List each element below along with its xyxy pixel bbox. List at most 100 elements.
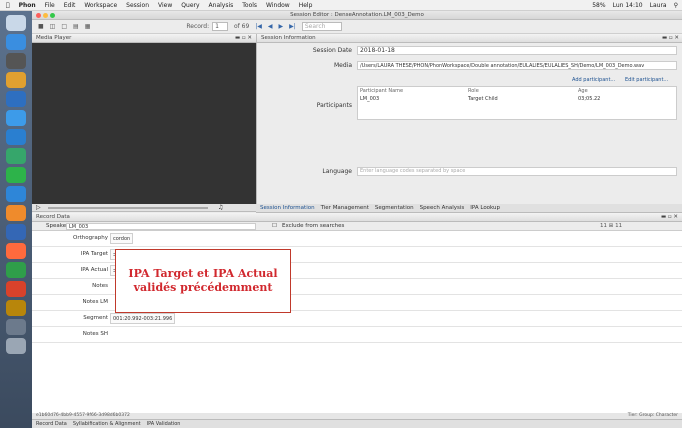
tier-row-notes-sh: Notes SH xyxy=(32,327,682,343)
participant-role-cell[interactable]: Target Child xyxy=(468,96,498,102)
app-icon[interactable] xyxy=(6,300,26,316)
previous-record-icon[interactable]: ◀ xyxy=(268,23,273,30)
media-controls: ▷ ♫ xyxy=(32,204,256,212)
tier-row-segment: Segment 001:20.992-003:21.996 xyxy=(32,311,682,327)
callout-text: IPA Target et IPA Actual validés précéde… xyxy=(128,267,278,294)
record-data-title: Record Data xyxy=(36,214,70,220)
tab-ipa-validation[interactable]: IPA Validation xyxy=(147,421,181,427)
tab-session-information[interactable]: Session Information xyxy=(260,205,315,211)
app-icon[interactable] xyxy=(6,34,26,50)
col-age: Age xyxy=(578,88,588,94)
tab-record-data[interactable]: Record Data xyxy=(36,421,67,427)
search-icon[interactable]: ⚲ xyxy=(674,2,678,9)
exclude-checkbox[interactable]: ☐ xyxy=(272,223,277,229)
menu-extras: 58% Lun 14:10 Laura ⚲ xyxy=(592,0,678,10)
app-icon[interactable] xyxy=(6,205,26,221)
menu-edit[interactable]: Edit xyxy=(64,2,76,9)
app-icon[interactable] xyxy=(6,148,26,164)
window-title: Session Editor : DenseAnnotation.LM_003_… xyxy=(290,12,424,18)
grid-icon[interactable]: ▦ xyxy=(85,23,91,30)
close-icon[interactable] xyxy=(36,13,41,18)
menu-query[interactable]: Query xyxy=(181,2,199,9)
app-icon[interactable] xyxy=(6,319,26,335)
tab-ipa-lookup[interactable]: IPA Lookup xyxy=(470,205,500,211)
menu-help[interactable]: Help xyxy=(299,2,313,9)
app-icon[interactable] xyxy=(6,224,26,240)
media-timeline[interactable] xyxy=(48,207,208,209)
language-field[interactable]: Enter language codes separated by space xyxy=(357,167,677,176)
last-record-icon[interactable]: ▶| xyxy=(289,23,296,30)
finder-icon[interactable] xyxy=(6,15,26,31)
menu-tools[interactable]: Tools xyxy=(242,2,257,9)
col-role: Role xyxy=(468,88,479,94)
session-information-panel: Session Information ▬ ▫ ✕ Session Date 2… xyxy=(256,34,682,204)
menu-workspace[interactable]: Workspace xyxy=(84,2,117,9)
app-icon[interactable] xyxy=(6,167,26,183)
app-icon[interactable] xyxy=(6,91,26,107)
panel-controls-icon[interactable]: ▬ ▫ ✕ xyxy=(662,34,679,43)
tier-name: Notes xyxy=(92,283,108,289)
save-icon[interactable]: ■ xyxy=(38,23,44,30)
apple-icon[interactable]:  xyxy=(6,2,10,9)
dock xyxy=(0,11,32,428)
tab-tier-management[interactable]: Tier Management xyxy=(321,205,369,211)
speaker-select[interactable]: LM_003 xyxy=(66,223,256,230)
app-icon[interactable] xyxy=(6,110,26,126)
menu-analysis[interactable]: Analysis xyxy=(209,2,234,9)
search-input[interactable]: Search xyxy=(301,22,343,31)
record-number-field[interactable]: 1 xyxy=(212,22,228,31)
menu-file[interactable]: File xyxy=(45,2,55,9)
tab-segmentation[interactable]: Segmentation xyxy=(375,205,414,211)
session-date-field[interactable]: 2018-01-18 xyxy=(357,46,677,55)
app-icon[interactable] xyxy=(6,72,26,88)
tab-speech-analysis[interactable]: Speech Analysis xyxy=(420,205,465,211)
menu-window[interactable]: Window xyxy=(266,2,290,9)
app-icon[interactable] xyxy=(6,53,26,69)
zoom-icon[interactable] xyxy=(50,13,55,18)
window-title-bar: Session Editor : DenseAnnotation.LM_003_… xyxy=(32,11,682,20)
minimize-icon[interactable] xyxy=(43,13,48,18)
editor-toolbar: ■ ◫ □ ▤ ▦ Record: 1 of 69 |◀ ◀ ▶ ▶| Sear… xyxy=(32,20,682,34)
participant-age-cell[interactable]: 03;05.22 xyxy=(578,96,600,102)
session-editor-window: Session Editor : DenseAnnotation.LM_003_… xyxy=(32,11,682,428)
app-icon[interactable] xyxy=(6,281,26,297)
clock[interactable]: Lun 14:10 xyxy=(613,2,643,9)
media-label: Media xyxy=(333,62,352,69)
tab-syllabification-alignment[interactable]: Syllabification & Alignment xyxy=(73,421,141,427)
view-icon[interactable]: □ xyxy=(61,23,67,30)
menu-session[interactable]: Session xyxy=(126,2,149,9)
session-information-header: Session Information ▬ ▫ ✕ xyxy=(257,34,682,43)
media-path-field[interactable]: /Users/LAURA THESE/PHON/PhonWorkspace/Do… xyxy=(357,61,677,70)
app-icon[interactable] xyxy=(6,129,26,145)
media-player-title: Media Player xyxy=(36,35,72,41)
layout-icon[interactable]: ◫ xyxy=(50,23,56,30)
trash-icon[interactable] xyxy=(6,338,26,354)
user-name[interactable]: Laura xyxy=(650,2,667,9)
volume-icon[interactable]: ♫ xyxy=(218,204,223,211)
edit-participant-button[interactable]: Edit participant... xyxy=(625,77,668,83)
participant-name-cell[interactable]: LM_003 xyxy=(360,96,379,102)
first-record-icon[interactable]: |◀ xyxy=(255,23,262,30)
participants-table[interactable]: Participant Name Role Age LM_003 Target … xyxy=(357,86,677,120)
record-pager[interactable]: 11 ⊞ 11 xyxy=(600,223,622,229)
play-icon[interactable]: ▷ xyxy=(36,204,41,211)
record-count: of 69 xyxy=(233,23,250,30)
app-icon[interactable] xyxy=(6,262,26,278)
panel-controls-icon[interactable]: ▬ ▫ ✕ xyxy=(661,213,678,222)
app-icon[interactable] xyxy=(6,243,26,259)
menu-view[interactable]: View xyxy=(158,2,172,9)
media-player-header: Media Player ▬ ▫ ✕ xyxy=(32,34,256,43)
app-icon[interactable] xyxy=(6,186,26,202)
panel-controls-icon[interactable]: ▬ ▫ ✕ xyxy=(235,34,252,43)
tier-name: IPA Actual xyxy=(80,267,108,273)
segment-field[interactable]: 001:20.992-003:21.996 xyxy=(110,313,176,324)
add-participant-button[interactable]: Add participant... xyxy=(572,77,615,83)
next-record-icon[interactable]: ▶ xyxy=(279,23,284,30)
col-participant-name: Participant Name xyxy=(360,88,404,94)
tier-value[interactable]: cordon xyxy=(110,233,134,244)
session-tabs: Session Information Tier Management Segm… xyxy=(256,204,682,213)
app-menu[interactable]: Phon xyxy=(19,2,36,9)
document-icon[interactable]: ▤ xyxy=(73,23,79,30)
exclude-label: Exclude from searches xyxy=(282,223,345,229)
battery-status[interactable]: 58% xyxy=(592,2,605,9)
